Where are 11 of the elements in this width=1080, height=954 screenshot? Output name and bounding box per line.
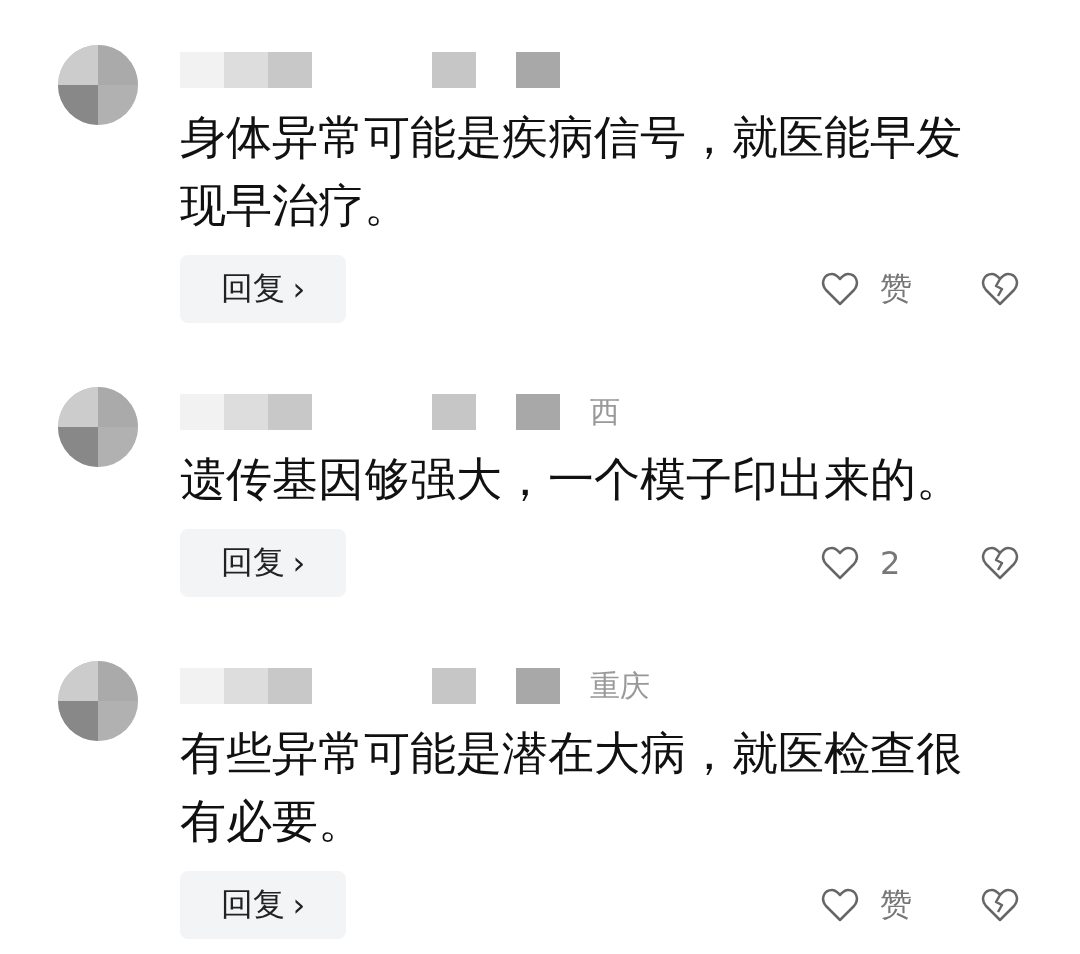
reply-button[interactable]: 回复 › <box>180 871 346 939</box>
reply-button[interactable]: 回复 › <box>180 529 346 597</box>
comment-text: 身体异常可能是疾病信号，就医能早发现早治疗。 <box>180 109 963 234</box>
reply-button[interactable]: 回复 › <box>180 255 346 323</box>
like-count: 2 <box>880 544 902 582</box>
comment-text: 有些异常可能是潜在大病，就医检查很有必要。 <box>180 725 963 850</box>
location-text: 西 <box>590 392 620 431</box>
location-text: 重庆 <box>590 666 650 705</box>
comment-text: 遗传基因够强大，一个模子印出来的。 <box>180 451 963 508</box>
like-count: 赞 <box>880 268 913 309</box>
like-count: 赞 <box>880 884 913 925</box>
